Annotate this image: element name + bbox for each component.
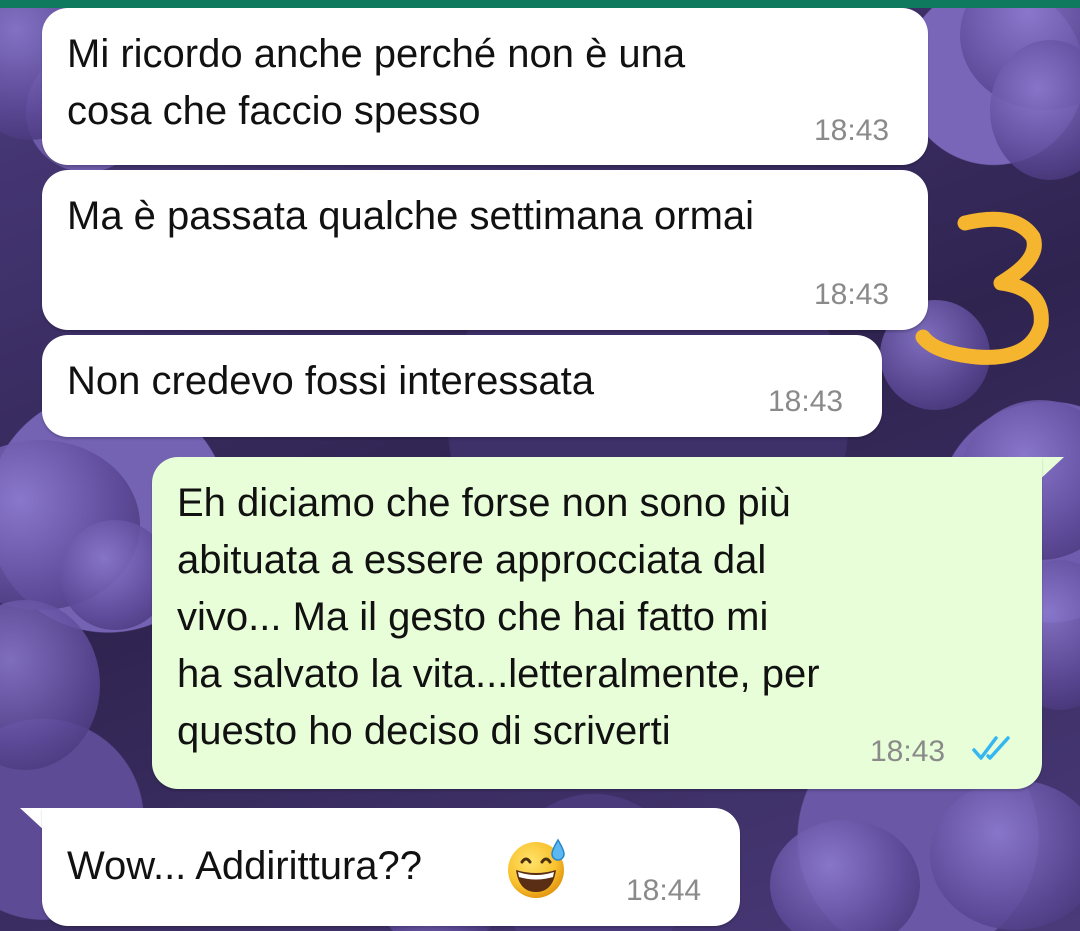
- message-text: Eh diciamo che forse non sono più abitua…: [177, 481, 820, 753]
- message-timestamp: 18:44: [626, 874, 702, 907]
- message-bubble-incoming[interactable]: Mi ricordo anche perché non è una cosa c…: [42, 8, 928, 165]
- header-strip: [0, 0, 1080, 8]
- message-text: Wow... Addirittura??: [67, 844, 422, 888]
- handwritten-number-annotation: [915, 211, 1049, 365]
- message-bubble-incoming[interactable]: Wow... Addirittura?? 18:44: [42, 808, 740, 926]
- grinning-face-with-sweat-icon: [508, 838, 565, 898]
- message-bubble-outgoing[interactable]: Eh diciamo che forse non sono più abitua…: [152, 457, 1042, 789]
- message-timestamp: 18:43: [814, 114, 890, 147]
- message-bubble-incoming[interactable]: Non credevo fossi interessata 18:43: [42, 335, 882, 437]
- message-bubble-incoming[interactable]: Ma è passata qualche settimana ormai 18:…: [42, 170, 928, 330]
- message-text: Mi ricordo anche perché non è una cosa c…: [67, 32, 686, 133]
- message-text: Non credevo fossi interessata: [67, 359, 594, 403]
- message-timestamp: 18:43: [814, 278, 890, 311]
- message-timestamp: 18:43: [768, 385, 844, 418]
- message-timestamp: 18:43: [870, 735, 946, 768]
- message-text: Ma è passata qualche settimana ormai: [67, 194, 755, 238]
- double-check-icon: [972, 736, 1010, 760]
